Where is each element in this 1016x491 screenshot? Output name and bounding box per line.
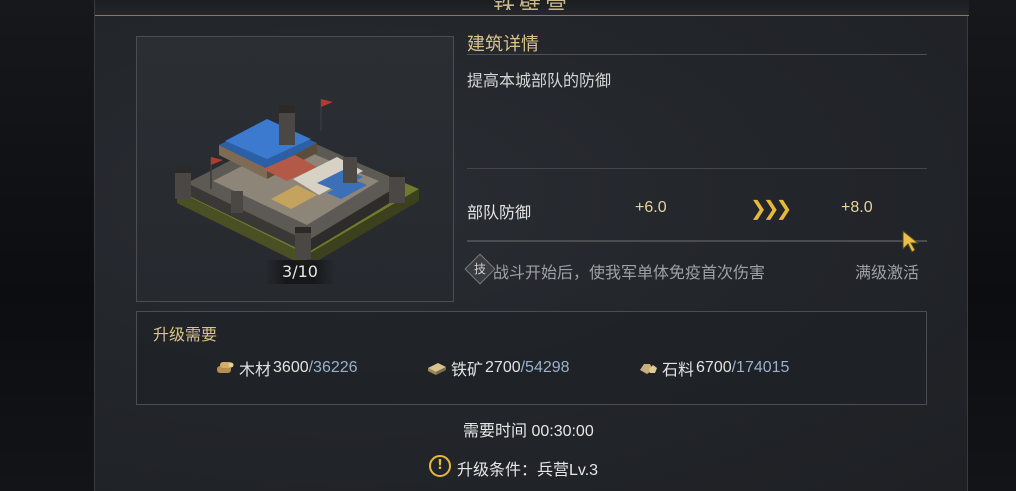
resource-owned: /54298 [520, 359, 570, 376]
resource-wood: 木材 3600 /36226 [215, 357, 358, 379]
upgrade-requirements: 升级需要 木材 3600 /36226 铁矿 2700 /54298 石料 67… [136, 311, 927, 405]
resource-name: 石料 [662, 362, 695, 379]
building-upgrade-panel: 铁壁营 [94, 0, 969, 491]
triple-chevron-right-icon: ❯❯❯ [750, 196, 792, 220]
panel-title: 铁壁营 [482, 0, 582, 10]
divider [467, 168, 927, 169]
wood-icon [217, 362, 234, 373]
building-level: 3/10 [265, 260, 335, 284]
resource-name: 铁矿 [451, 362, 484, 379]
fortress-illustration [175, 99, 419, 267]
iron-ore-icon [428, 363, 446, 375]
upgrade-condition: 升级条件：兵营Lv.3 [457, 462, 599, 479]
background-left [0, 0, 94, 491]
skill-status: 满级激活 [855, 265, 920, 282]
resource-name: 木材 [239, 362, 272, 379]
skill-icon: 技 [473, 262, 486, 276]
stone-icon [640, 364, 657, 374]
warning-icon: ! [429, 455, 451, 477]
resource-stone: 石料 6700 /174015 [638, 357, 789, 379]
stat-current-value: +6.0 [635, 199, 667, 216]
resource-needed: 3600 [273, 359, 309, 376]
stat-next-value: +8.0 [841, 199, 873, 216]
resource-owned: /36226 [308, 359, 358, 376]
divider [467, 240, 927, 242]
resource-iron-ore: 铁矿 2700 /54298 [427, 357, 570, 379]
building-image-frame: 3/10 [136, 36, 454, 302]
building-description: 提高本城部队的防御 [467, 73, 612, 90]
resource-needed: 6700 [696, 359, 732, 376]
skill-description: 战斗开始后，使我军单体免疫首次伤害 [493, 265, 766, 282]
resource-owned: /174015 [731, 359, 790, 376]
resource-needed: 2700 [485, 359, 521, 376]
mouse-cursor-icon [902, 229, 919, 253]
divider [467, 54, 927, 55]
panel-title-bar: 铁壁营 [95, 0, 969, 16]
background-right [968, 0, 1016, 491]
upgrade-time: 需要时间 00:30:00 [463, 423, 594, 440]
requirements-title: 升级需要 [153, 327, 218, 344]
section-title: 建筑详情 [467, 34, 539, 54]
stat-name: 部队防御 [467, 205, 532, 222]
